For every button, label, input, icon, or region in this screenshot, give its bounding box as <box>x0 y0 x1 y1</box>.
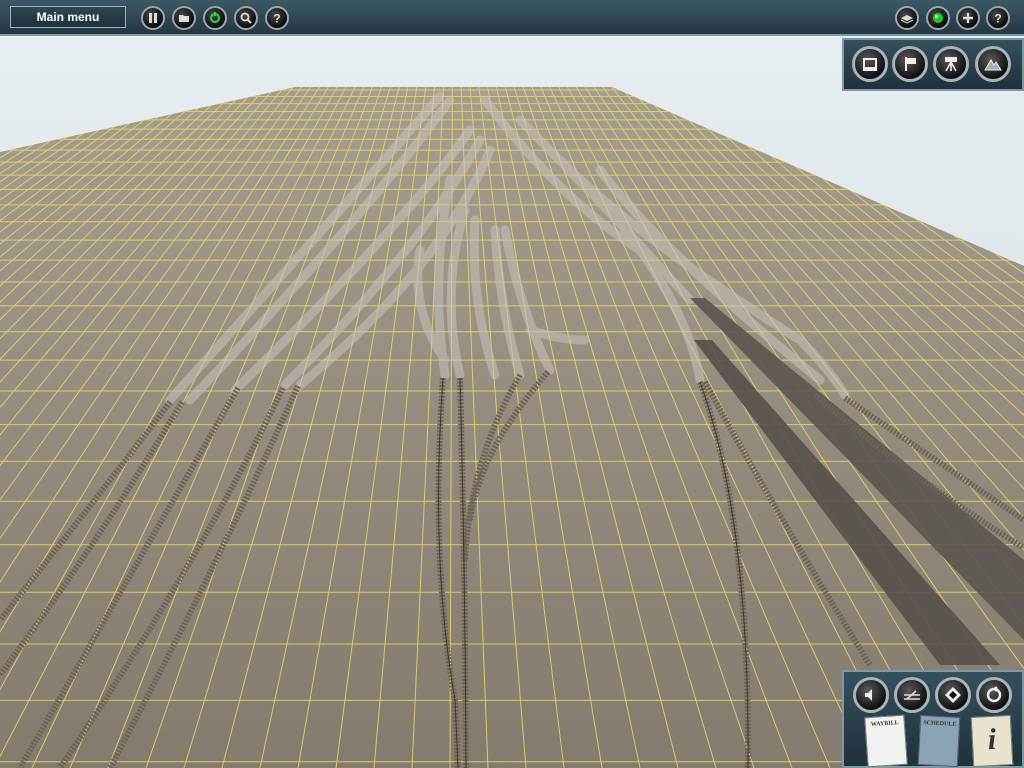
layers-icon <box>900 15 914 24</box>
waybill-card[interactable]: WAYBILL <box>864 714 908 768</box>
screen-icon <box>863 58 877 71</box>
world-viewport[interactable] <box>0 0 1024 768</box>
help-button[interactable]: ? <box>265 6 289 30</box>
track-switch-button[interactable] <box>894 677 930 713</box>
junction-button[interactable] <box>935 677 971 713</box>
screen-view-button[interactable] <box>852 46 888 82</box>
top-toolbar: Main menu ? ? <box>0 0 1024 36</box>
loop-button[interactable] <box>976 677 1012 713</box>
folder-icon <box>179 15 189 22</box>
camera-tripod-icon <box>945 57 957 72</box>
camera-view-button[interactable] <box>933 46 969 82</box>
help-button-right[interactable]: ? <box>986 6 1010 30</box>
newspaper-icon: WAYBILL <box>870 720 899 729</box>
info-icon: i <box>986 722 997 757</box>
main-menu-button[interactable]: Main menu <box>10 6 126 28</box>
schedule-card[interactable]: SCHEDULE <box>917 714 961 768</box>
search-button[interactable] <box>234 6 258 30</box>
refresh-icon <box>210 12 220 23</box>
svg-text:?: ? <box>273 12 280 26</box>
info-card[interactable]: i <box>970 714 1014 768</box>
track-switch-icon <box>904 690 920 700</box>
status-light-button[interactable] <box>926 6 950 30</box>
flag-view-button[interactable] <box>892 46 928 82</box>
loop-icon <box>986 686 1002 703</box>
svg-text:?: ? <box>994 12 1001 26</box>
pause-icon <box>149 13 157 23</box>
help-icon: ? <box>273 12 280 26</box>
plus-icon <box>963 13 973 23</box>
schedule-icon: SCHEDULE <box>923 720 957 728</box>
refresh-button[interactable] <box>203 6 227 30</box>
control-panel: WAYBILL SCHEDULE i <box>842 670 1024 768</box>
magnifier-icon <box>240 12 252 24</box>
layers-button[interactable] <box>895 6 919 30</box>
speaker-icon <box>865 689 872 701</box>
pause-button[interactable] <box>141 6 165 30</box>
help-icon: ? <box>994 12 1001 26</box>
diamond-icon <box>945 687 961 703</box>
terrain-view-button[interactable] <box>975 46 1011 82</box>
sound-button[interactable] <box>853 677 889 713</box>
mountain-icon <box>984 59 1002 71</box>
green-light-icon <box>933 13 943 23</box>
add-button[interactable] <box>956 6 980 30</box>
open-button[interactable] <box>172 6 196 30</box>
view-mode-panel <box>842 38 1024 91</box>
flag-icon <box>905 57 916 71</box>
